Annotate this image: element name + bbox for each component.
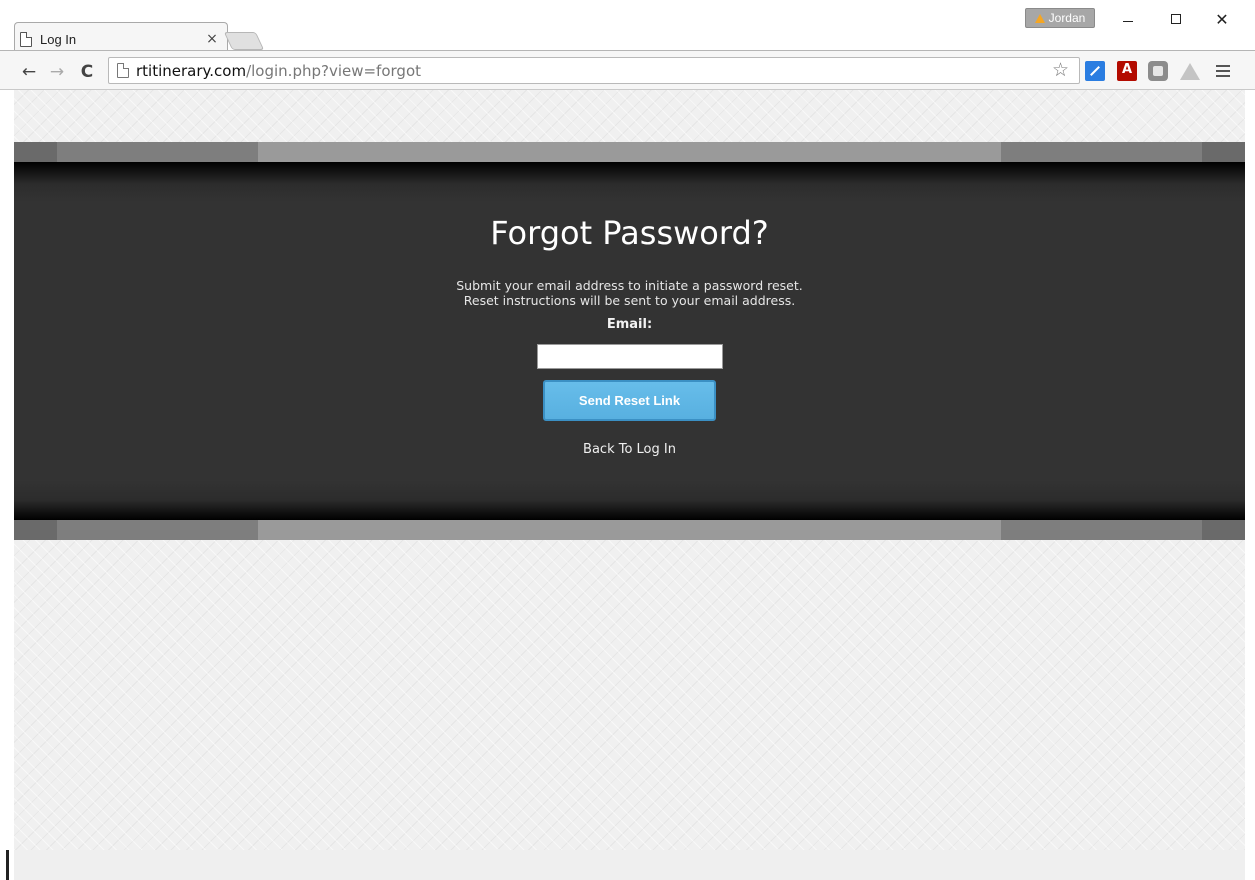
back-arrow-icon[interactable]: ← bbox=[18, 61, 40, 83]
extension-share-icon[interactable] bbox=[1085, 61, 1105, 81]
band-segment bbox=[1001, 520, 1202, 540]
tab-title: Log In bbox=[40, 31, 77, 47]
minimize-button[interactable] bbox=[1106, 8, 1150, 30]
email-label: Email: bbox=[606, 317, 653, 332]
maximize-button[interactable] bbox=[1154, 8, 1198, 30]
page-icon bbox=[117, 63, 129, 78]
tab-close-icon[interactable]: × bbox=[204, 31, 220, 47]
new-tab-button[interactable] bbox=[223, 32, 265, 50]
adobe-acrobat-icon[interactable] bbox=[1117, 61, 1137, 81]
email-field[interactable] bbox=[537, 344, 723, 369]
back-to-log-in-link[interactable]: Back To Log In bbox=[14, 442, 1245, 457]
band-segment bbox=[57, 520, 258, 540]
send-reset-link-button[interactable]: Send Reset Link bbox=[543, 380, 716, 421]
page-title: Forgot Password? bbox=[490, 214, 769, 252]
band-segment bbox=[14, 520, 57, 540]
instructions-line-1: Submit your email address to initiate a … bbox=[456, 278, 803, 293]
browser-window: Log In × Jordan ✕ ← → C rtitinerary.com/… bbox=[0, 0, 1255, 880]
instructions-text: Submit your email address to initiate a … bbox=[14, 278, 1245, 308]
browser-toolbar: ← → C rtitinerary.com/login.php?view=for… bbox=[0, 50, 1255, 90]
profile-name: Jordan bbox=[1048, 11, 1086, 25]
extension-box-icon[interactable] bbox=[1148, 61, 1168, 81]
tab-content[interactable]: Log In × bbox=[20, 28, 220, 50]
band-segment bbox=[1202, 520, 1245, 540]
warning-icon bbox=[1034, 13, 1045, 23]
band-segment bbox=[1001, 142, 1202, 162]
forgot-password-panel: Forgot Password? Submit your email addre… bbox=[14, 162, 1245, 520]
bookmark-star-icon[interactable]: ☆ bbox=[1052, 59, 1069, 81]
forward-arrow-icon[interactable]: → bbox=[46, 61, 68, 83]
page-bottom-strip bbox=[14, 850, 1245, 880]
url-domain: rtitinerary.com bbox=[136, 61, 247, 80]
page-icon bbox=[20, 31, 32, 47]
close-window-button[interactable]: ✕ bbox=[1200, 8, 1244, 30]
address-bar[interactable]: rtitinerary.com/login.php?view=forgot ☆ bbox=[108, 57, 1080, 84]
url-text[interactable]: rtitinerary.com/login.php?view=forgot bbox=[136, 62, 421, 80]
decorative-band-top bbox=[14, 142, 1245, 162]
minimize-icon bbox=[1123, 20, 1133, 22]
maximize-icon bbox=[1171, 14, 1181, 24]
band-segment bbox=[57, 142, 258, 162]
band-segment bbox=[1202, 142, 1245, 162]
band-segment bbox=[14, 142, 57, 162]
hamburger-menu-icon[interactable] bbox=[1216, 65, 1230, 77]
google-drive-icon[interactable] bbox=[1180, 63, 1200, 80]
window-left-edge bbox=[0, 90, 14, 880]
profile-button[interactable]: Jordan bbox=[1025, 8, 1095, 28]
decorative-band-bottom bbox=[14, 520, 1245, 540]
page-body: Forgot Password? Submit your email addre… bbox=[14, 90, 1245, 850]
reload-icon[interactable]: C bbox=[76, 61, 98, 83]
title-bar: Log In × Jordan ✕ bbox=[0, 0, 1255, 51]
instructions-line-2: Reset instructions will be sent to your … bbox=[463, 293, 796, 308]
url-path: /login.php?view=forgot bbox=[246, 61, 422, 80]
